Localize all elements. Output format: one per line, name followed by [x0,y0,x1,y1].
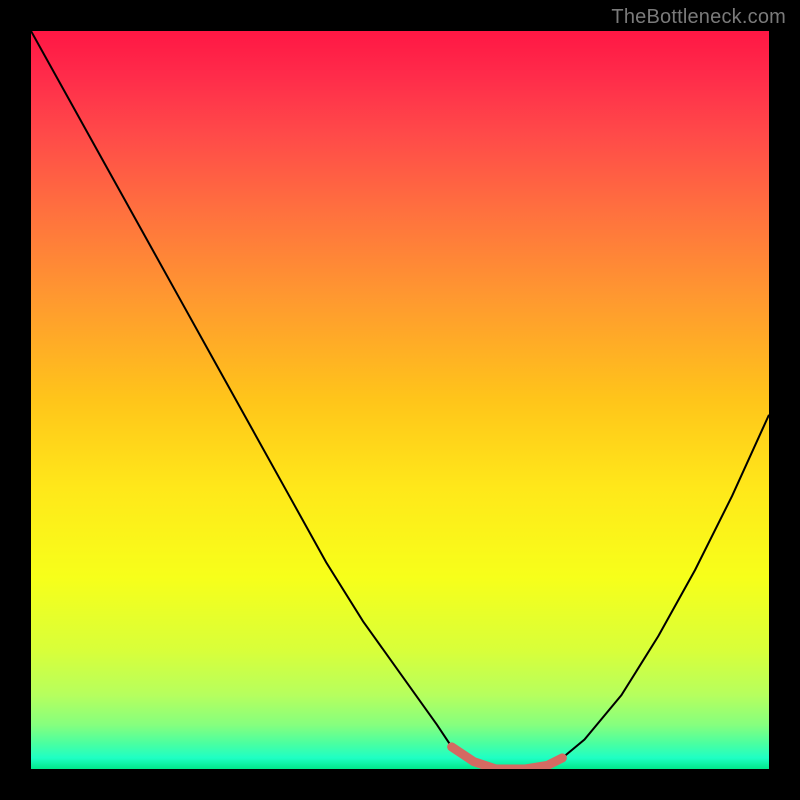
bottleneck-chart [31,31,769,769]
plot-frame [31,31,769,769]
chart-background [31,31,769,769]
attribution-text: TheBottleneck.com [611,6,786,29]
